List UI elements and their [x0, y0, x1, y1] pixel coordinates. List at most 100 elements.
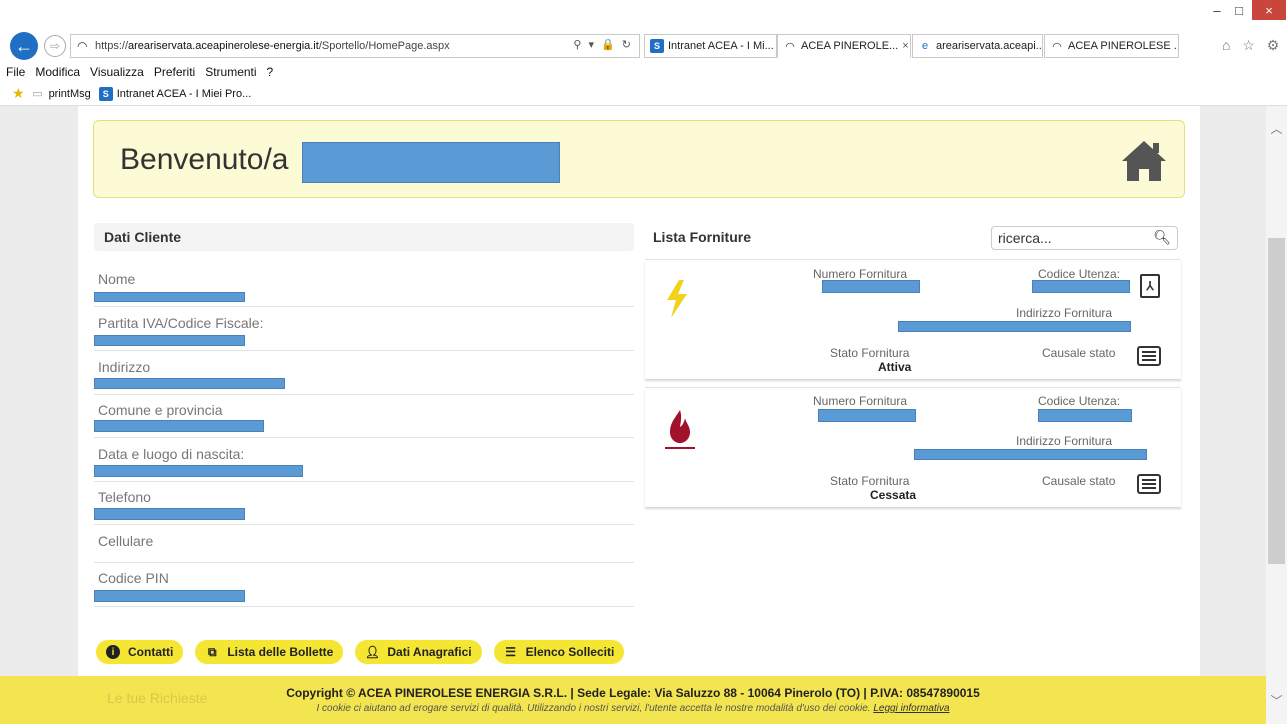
field-indirizzo-label: Indirizzo: [98, 359, 151, 375]
forward-button[interactable]: ⇨: [44, 35, 66, 57]
redacted-value: [94, 465, 303, 477]
list-icon: ☰: [505, 645, 516, 659]
redacted-value: [94, 292, 245, 302]
field-nascita-label: Data e luogo di nascita:: [98, 446, 245, 462]
numero-fornitura-label: Numero Fornitura: [813, 267, 908, 281]
menu-visualizza[interactable]: Visualizza: [90, 65, 144, 79]
lista-forniture-header: Lista Forniture: [653, 229, 752, 245]
close-window-button[interactable]: ×: [1252, 0, 1286, 20]
dati-anagrafici-button[interactable]: 👤︎ Dati Anagrafici: [355, 640, 482, 664]
redacted-username: [302, 142, 560, 183]
redacted-value: [94, 335, 245, 346]
tab-label: Intranet ACEA - I Mi...: [668, 40, 774, 52]
gas-flame-icon: [665, 410, 695, 449]
tab-label: ACEA PINEROLE...: [801, 40, 899, 52]
dati-cliente-header: Dati Cliente: [94, 223, 634, 251]
codice-utenza-label: Codice Utenza:: [1038, 394, 1121, 408]
list-details-icon[interactable]: [1137, 346, 1161, 366]
url-path: /Sportello/HomePage.aspx: [318, 40, 450, 52]
field-piva-label: Partita IVA/Codice Fiscale:: [98, 315, 264, 331]
acea-logo-icon: ◠: [785, 40, 795, 53]
page-viewport: ︿ ﹀ Benvenuto/a Dati Cliente Nome Partit…: [0, 106, 1287, 724]
right-gutter: [1200, 106, 1266, 724]
pdf-icon[interactable]: ⅄: [1140, 274, 1160, 298]
field-nome-label: Nome: [98, 271, 136, 287]
tab-acea-active[interactable]: ◠ ACEA PINEROLE... ×: [777, 34, 911, 58]
left-gutter: [0, 106, 78, 724]
menu-modifica[interactable]: Modifica: [35, 65, 80, 79]
redacted-value: [914, 449, 1147, 460]
cookie-info-link[interactable]: Leggi informativa: [873, 703, 949, 714]
contatti-button[interactable]: i Contatti: [96, 640, 184, 664]
cookie-text: I cookie ci aiutano ad erogare servizi d…: [316, 703, 871, 714]
tab-acea[interactable]: ◠ ACEA PINEROLESE ...: [1044, 34, 1179, 58]
sharepoint-icon: S: [98, 86, 113, 101]
scroll-thumb[interactable]: [1268, 238, 1285, 564]
action-buttons: i Contatti ⧉ Lista delle Bollette 👤︎ Dat…: [96, 640, 636, 664]
indirizzo-fornitura-label: Indirizzo Fornitura: [1016, 434, 1113, 448]
favorites-bar: ★ ▭ printMsg S Intranet ACEA - I Miei Pr…: [0, 82, 1287, 106]
copy-documents-icon: ⧉: [208, 644, 217, 659]
welcome-title: Benvenuto/a: [120, 143, 289, 176]
redacted-value: [822, 280, 920, 293]
tab-areariservata[interactable]: e areariservata.aceapi...: [912, 34, 1043, 58]
user-icon: 👤︎: [364, 645, 380, 659]
numero-fornitura-label: Numero Fornitura: [813, 394, 908, 408]
vertical-scrollbar[interactable]: ︿ ﹀: [1266, 106, 1287, 724]
divider: [94, 437, 634, 438]
back-button[interactable]: ←: [10, 32, 38, 60]
stato-fornitura-value: Attiva: [878, 360, 912, 374]
copyright-text: Copyright © ACEA PINEROLESE ENERGIA S.R.…: [286, 686, 980, 700]
scroll-up-icon[interactable]: ︿: [1266, 120, 1287, 137]
redacted-value: [94, 420, 264, 432]
page-icon: ▭: [32, 88, 43, 100]
fornitura-card-gas[interactable]: Numero Fornitura Codice Utenza: Indirizz…: [645, 387, 1181, 507]
button-label: Contatti: [128, 645, 174, 659]
favorite-intranet[interactable]: S Intranet ACEA - I Miei Pro...: [98, 86, 251, 101]
redacted-value: [1038, 409, 1132, 422]
redacted-value: [94, 508, 245, 520]
redacted-value: [898, 321, 1131, 332]
favorite-printmsg[interactable]: ▭ printMsg: [31, 87, 91, 101]
divider: [94, 306, 634, 307]
stato-fornitura-label: Stato Fornitura: [830, 474, 910, 488]
button-label: Lista delle Bollette: [227, 645, 334, 659]
divider: [94, 562, 634, 563]
maximize-button[interactable]: □: [1228, 0, 1250, 20]
list-details-icon[interactable]: [1137, 474, 1161, 494]
lightning-icon: [667, 280, 687, 318]
welcome-banner: Benvenuto/a: [93, 120, 1185, 198]
menu-help[interactable]: ?: [267, 65, 274, 79]
favorites-star-icon[interactable]: ★: [12, 85, 25, 102]
navigation-bar: ← ⇨ ◠ https://areariservata.aceapinerole…: [0, 28, 1287, 62]
menu-preferiti[interactable]: Preferiti: [154, 65, 195, 79]
indirizzo-fornitura-label: Indirizzo Fornitura: [1016, 306, 1113, 320]
search-icon[interactable]: 🔍︎: [1153, 229, 1171, 246]
redacted-value: [1032, 280, 1130, 293]
favorite-label: printMsg: [48, 87, 91, 100]
redacted-value: [818, 409, 916, 422]
home-star-gear-icons[interactable]: ⌂ ☆ ⚙: [1222, 37, 1283, 54]
lista-bollette-button[interactable]: ⧉ Lista delle Bollette: [195, 640, 344, 664]
home-icon[interactable]: [1120, 137, 1168, 183]
url-host: areariservata.aceapinerolese-energia.it: [128, 40, 319, 52]
close-tab-icon[interactable]: ×: [902, 40, 908, 52]
footer-bar: Le tue Richieste Copyright © ACEA PINERO…: [0, 676, 1266, 724]
elenco-solleciti-button[interactable]: ☰ Elenco Solleciti: [493, 640, 625, 664]
address-tools-icon[interactable]: ⚲ ▾ 🔒 ↻: [573, 38, 633, 51]
url-prefix: https://: [95, 40, 129, 52]
button-label: Elenco Solleciti: [525, 645, 615, 659]
search-input[interactable]: ricerca... 🔍︎: [991, 226, 1178, 250]
menu-strumenti[interactable]: Strumenti: [205, 65, 256, 79]
field-pin-label: Codice PIN: [98, 570, 169, 586]
menu-file[interactable]: File: [6, 65, 25, 79]
fornitura-card-electricity[interactable]: Numero Fornitura Codice Utenza: ⅄ Indiri…: [645, 259, 1181, 379]
tab-intranet[interactable]: S Intranet ACEA - I Mi...: [644, 34, 777, 58]
minimize-button[interactable]: –: [1206, 0, 1228, 20]
causale-stato-label: Causale stato: [1042, 474, 1116, 488]
divider: [94, 524, 634, 525]
divider: [94, 481, 634, 482]
stato-fornitura-label: Stato Fornitura: [830, 346, 910, 360]
scroll-down-icon[interactable]: ﹀: [1266, 692, 1287, 709]
address-bar[interactable]: ◠ https://areariservata.aceapinerolese-e…: [70, 34, 640, 58]
